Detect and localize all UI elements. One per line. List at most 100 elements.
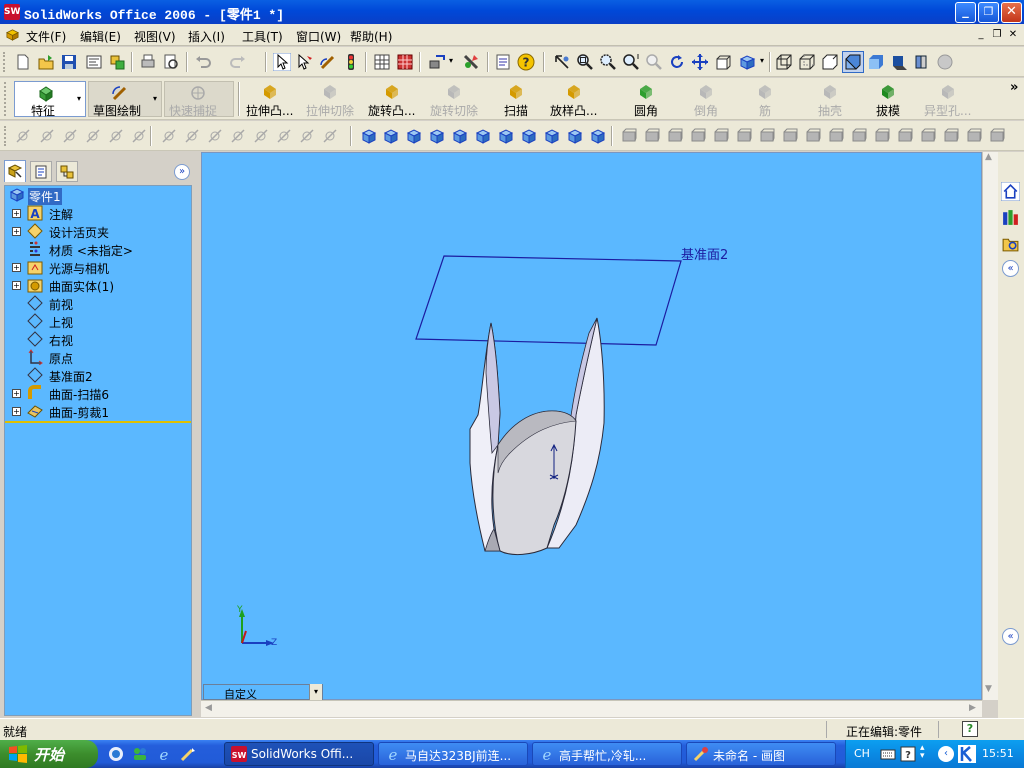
quick-launch-icon[interactable] xyxy=(180,746,196,762)
line-icon[interactable] xyxy=(61,127,79,145)
tree-item-design-binder[interactable]: + 设计活页夹 xyxy=(5,222,191,240)
revolved-cut-button[interactable]: 旋转切除 xyxy=(430,82,478,119)
vertical-scrollbar[interactable]: ▲ ▼ xyxy=(982,152,998,700)
options-icon[interactable] xyxy=(373,53,391,71)
view-selector-icon[interactable] xyxy=(589,127,607,145)
view-orientation-icon[interactable] xyxy=(739,53,757,71)
angle-icon[interactable] xyxy=(130,127,148,145)
offset-surface-icon[interactable] xyxy=(712,127,730,145)
mirror-icon[interactable] xyxy=(252,127,270,145)
wireframe-icon[interactable] xyxy=(775,53,793,71)
zoom-to-fit-icon[interactable] xyxy=(576,53,594,71)
shaded-icon[interactable] xyxy=(867,53,885,71)
toolbar-grip[interactable] xyxy=(4,82,7,116)
intersect-icon[interactable] xyxy=(988,127,1006,145)
zoom-selection-icon[interactable] xyxy=(645,53,663,71)
chamfer-button[interactable]: 倒角 xyxy=(694,82,718,119)
quick-tip-help-button[interactable]: ? xyxy=(962,721,978,737)
ime-arrows-icon[interactable]: ▴ ▾ xyxy=(920,744,925,761)
buddy-icon[interactable] xyxy=(132,746,148,762)
normal-to-icon[interactable] xyxy=(360,127,378,145)
scroll-right-arrow[interactable]: ▶ xyxy=(969,703,976,713)
tree-item-material[interactable]: 材质 <未指定> xyxy=(5,240,191,258)
tab-configuration-manager[interactable] xyxy=(56,161,78,182)
loft-button[interactable]: 放样凸... xyxy=(550,82,597,119)
more-commands-button[interactable]: » xyxy=(1010,80,1018,95)
spline-icon[interactable] xyxy=(321,127,339,145)
corner-rect-icon[interactable] xyxy=(229,127,247,145)
internet-explorer-icon[interactable]: e xyxy=(156,746,172,762)
tree-item-surface-trim1[interactable]: + 曲面-剪裁1 xyxy=(5,402,191,420)
extend-icon[interactable] xyxy=(183,127,201,145)
fillet-button[interactable]: 圆角 xyxy=(634,82,658,119)
extend-surface-icon[interactable] xyxy=(873,127,891,145)
revolved-boss-button[interactable]: 旋转凸... xyxy=(368,82,415,119)
sketch-icon[interactable] xyxy=(319,53,337,71)
dimetric-icon[interactable] xyxy=(566,127,584,145)
hidden-lines-removed-icon[interactable] xyxy=(821,53,839,71)
split-line-icon[interactable] xyxy=(643,127,661,145)
back-view-icon[interactable] xyxy=(405,127,423,145)
hole-wizard-button[interactable]: 异型孔... xyxy=(924,82,971,119)
knit-icon[interactable] xyxy=(735,127,753,145)
messenger-icon[interactable] xyxy=(108,746,124,762)
tree-item-origin[interactable]: 原点 xyxy=(5,348,191,366)
extruded-boss-button[interactable]: 拉伸凸... xyxy=(246,82,293,119)
task-mazda-thread[interactable]: e 马自达323BJ前连... xyxy=(378,742,528,766)
resources-home-icon[interactable] xyxy=(1001,182,1020,201)
menu-file[interactable]: 文件(F) xyxy=(26,28,66,45)
tree-item-annotations[interactable]: + A 注解 xyxy=(5,204,191,222)
smart-fasteners-icon[interactable] xyxy=(462,53,480,71)
rebuild-icon[interactable] xyxy=(342,53,360,71)
3d-drawing-view-icon[interactable] xyxy=(714,53,732,71)
tab-features[interactable]: 特征 ▾ xyxy=(14,81,86,118)
tree-item-right-plane[interactable]: 右视 xyxy=(5,330,191,348)
view-orientation-select[interactable]: 自定义 ▾ xyxy=(203,684,323,701)
file-explorer-icon[interactable] xyxy=(1001,234,1020,253)
top-view-icon[interactable] xyxy=(474,127,492,145)
view-orientation-dropdown-arrow[interactable]: ▾ xyxy=(309,684,322,700)
tree-item-lights-cameras[interactable]: + 光源与相机 xyxy=(5,258,191,276)
zoom-area-icon[interactable] xyxy=(599,53,617,71)
rib-button[interactable]: 筋 xyxy=(756,82,774,119)
pan-icon[interactable] xyxy=(691,53,709,71)
mate-icon[interactable] xyxy=(428,53,446,71)
select-icon[interactable] xyxy=(273,53,291,71)
zoom-in-out-icon[interactable] xyxy=(622,53,640,71)
draft-button[interactable]: 拔模 xyxy=(876,82,900,119)
tab-sketch[interactable]: 草图绘制 ▾ xyxy=(88,81,162,118)
section-view-icon[interactable] xyxy=(913,53,931,71)
circle-icon[interactable] xyxy=(38,127,56,145)
scroll-down-arrow[interactable]: ▼ xyxy=(985,684,992,694)
previous-view-icon[interactable] xyxy=(553,53,571,71)
design-library-icon[interactable] xyxy=(1001,208,1020,227)
ime-help-icon[interactable]: ? xyxy=(900,746,916,762)
rotate-view-icon[interactable] xyxy=(668,53,686,71)
untrim-icon[interactable] xyxy=(942,127,960,145)
mate-dropdown-arrow[interactable]: ▾ xyxy=(449,56,453,65)
close-button[interactable]: ✕ xyxy=(1001,2,1022,23)
tab-quick-snaps[interactable]: 快速捕捉 xyxy=(164,81,234,118)
menu-window[interactable]: 窗口(W) xyxy=(296,28,341,45)
expand-toggle[interactable]: + xyxy=(12,209,21,218)
print-icon[interactable] xyxy=(139,53,157,71)
properties-icon[interactable] xyxy=(494,53,512,71)
tree-root[interactable]: 零件1 xyxy=(7,187,65,205)
polygon-icon[interactable] xyxy=(84,127,102,145)
undo-icon[interactable] xyxy=(194,53,212,71)
expand-toggle[interactable]: + xyxy=(12,263,21,272)
keyboard-icon[interactable] xyxy=(880,746,896,762)
expand-toggle[interactable]: + xyxy=(12,281,21,290)
scroll-up-arrow[interactable]: ▲ xyxy=(985,152,992,162)
layers-icon[interactable] xyxy=(396,53,414,71)
reference-plane-outline[interactable] xyxy=(415,255,682,346)
menu-edit[interactable]: 编辑(E) xyxy=(80,28,121,45)
expand-task-pane-button-bottom[interactable]: « xyxy=(1002,628,1019,645)
dimension-icon[interactable] xyxy=(275,127,293,145)
maximize-button[interactable]: ❐ xyxy=(978,2,999,23)
thicken-icon[interactable] xyxy=(758,127,776,145)
make-assembly-icon[interactable] xyxy=(108,53,126,71)
isometric-icon[interactable] xyxy=(520,127,538,145)
right-view-icon[interactable] xyxy=(451,127,469,145)
offset-icon[interactable] xyxy=(160,127,178,145)
